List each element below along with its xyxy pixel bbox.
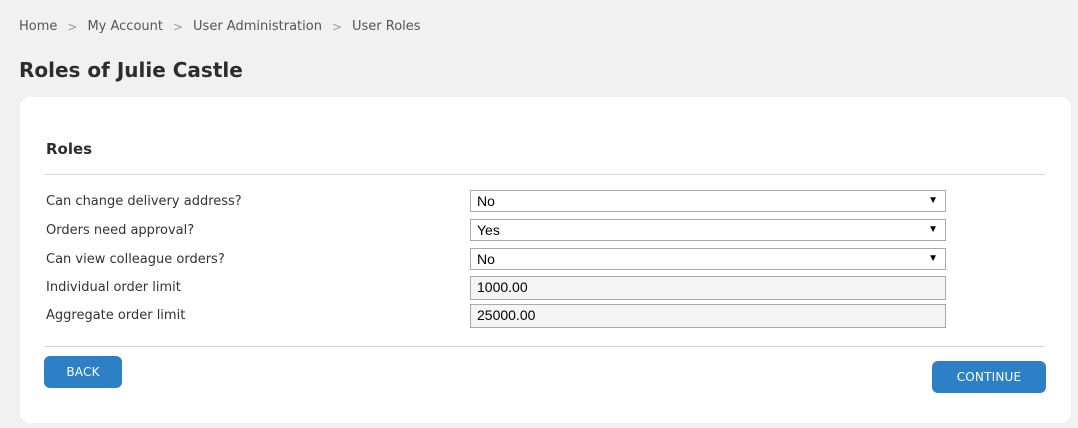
triangle-down-icon: ▼	[928, 224, 938, 235]
form-row-view-colleague-orders: Can view colleague orders? No ▼	[46, 248, 946, 272]
field-label: Can change delivery address?	[46, 194, 242, 209]
continue-button[interactable]: CONTINUE	[932, 361, 1046, 393]
field-label: Orders need approval?	[46, 223, 195, 238]
change-delivery-address-select[interactable]: No ▼	[470, 190, 946, 212]
chevron-right-icon: >	[67, 19, 78, 34]
orders-need-approval-select[interactable]: Yes ▼	[470, 219, 946, 241]
form-row-individual-order-limit: Individual order limit 1000.00	[46, 276, 946, 300]
breadcrumb: Home > My Account > User Administration …	[19, 19, 421, 34]
field-label: Individual order limit	[46, 280, 181, 295]
chevron-right-icon: >	[331, 19, 342, 34]
section-title: Roles	[46, 140, 93, 158]
form-row-change-delivery-address: Can change delivery address? No ▼	[46, 190, 946, 214]
breadcrumb-home[interactable]: Home	[19, 19, 57, 34]
form-row-orders-need-approval: Orders need approval? Yes ▼	[46, 219, 946, 243]
select-value: No	[477, 193, 495, 209]
view-colleague-orders-select[interactable]: No ▼	[470, 248, 946, 270]
triangle-down-icon: ▼	[928, 195, 938, 206]
breadcrumb-user-administration[interactable]: User Administration	[193, 19, 322, 34]
divider	[44, 174, 1045, 175]
triangle-down-icon: ▼	[928, 253, 938, 264]
aggregate-order-limit-input[interactable]: 25000.00	[470, 304, 946, 328]
breadcrumb-user-roles: User Roles	[352, 19, 421, 34]
select-value: Yes	[477, 222, 500, 238]
roles-card: Roles Can change delivery address? No ▼ …	[20, 97, 1071, 423]
divider	[44, 346, 1045, 347]
breadcrumb-my-account[interactable]: My Account	[87, 19, 163, 34]
select-value: No	[477, 251, 495, 267]
page-title: Roles of Julie Castle	[19, 58, 243, 82]
back-button[interactable]: BACK	[44, 356, 122, 388]
chevron-right-icon: >	[172, 19, 184, 34]
field-label: Aggregate order limit	[46, 308, 186, 323]
individual-order-limit-input[interactable]: 1000.00	[470, 276, 946, 300]
field-label: Can view colleague orders?	[46, 252, 225, 267]
form-row-aggregate-order-limit: Aggregate order limit 25000.00	[46, 304, 946, 328]
